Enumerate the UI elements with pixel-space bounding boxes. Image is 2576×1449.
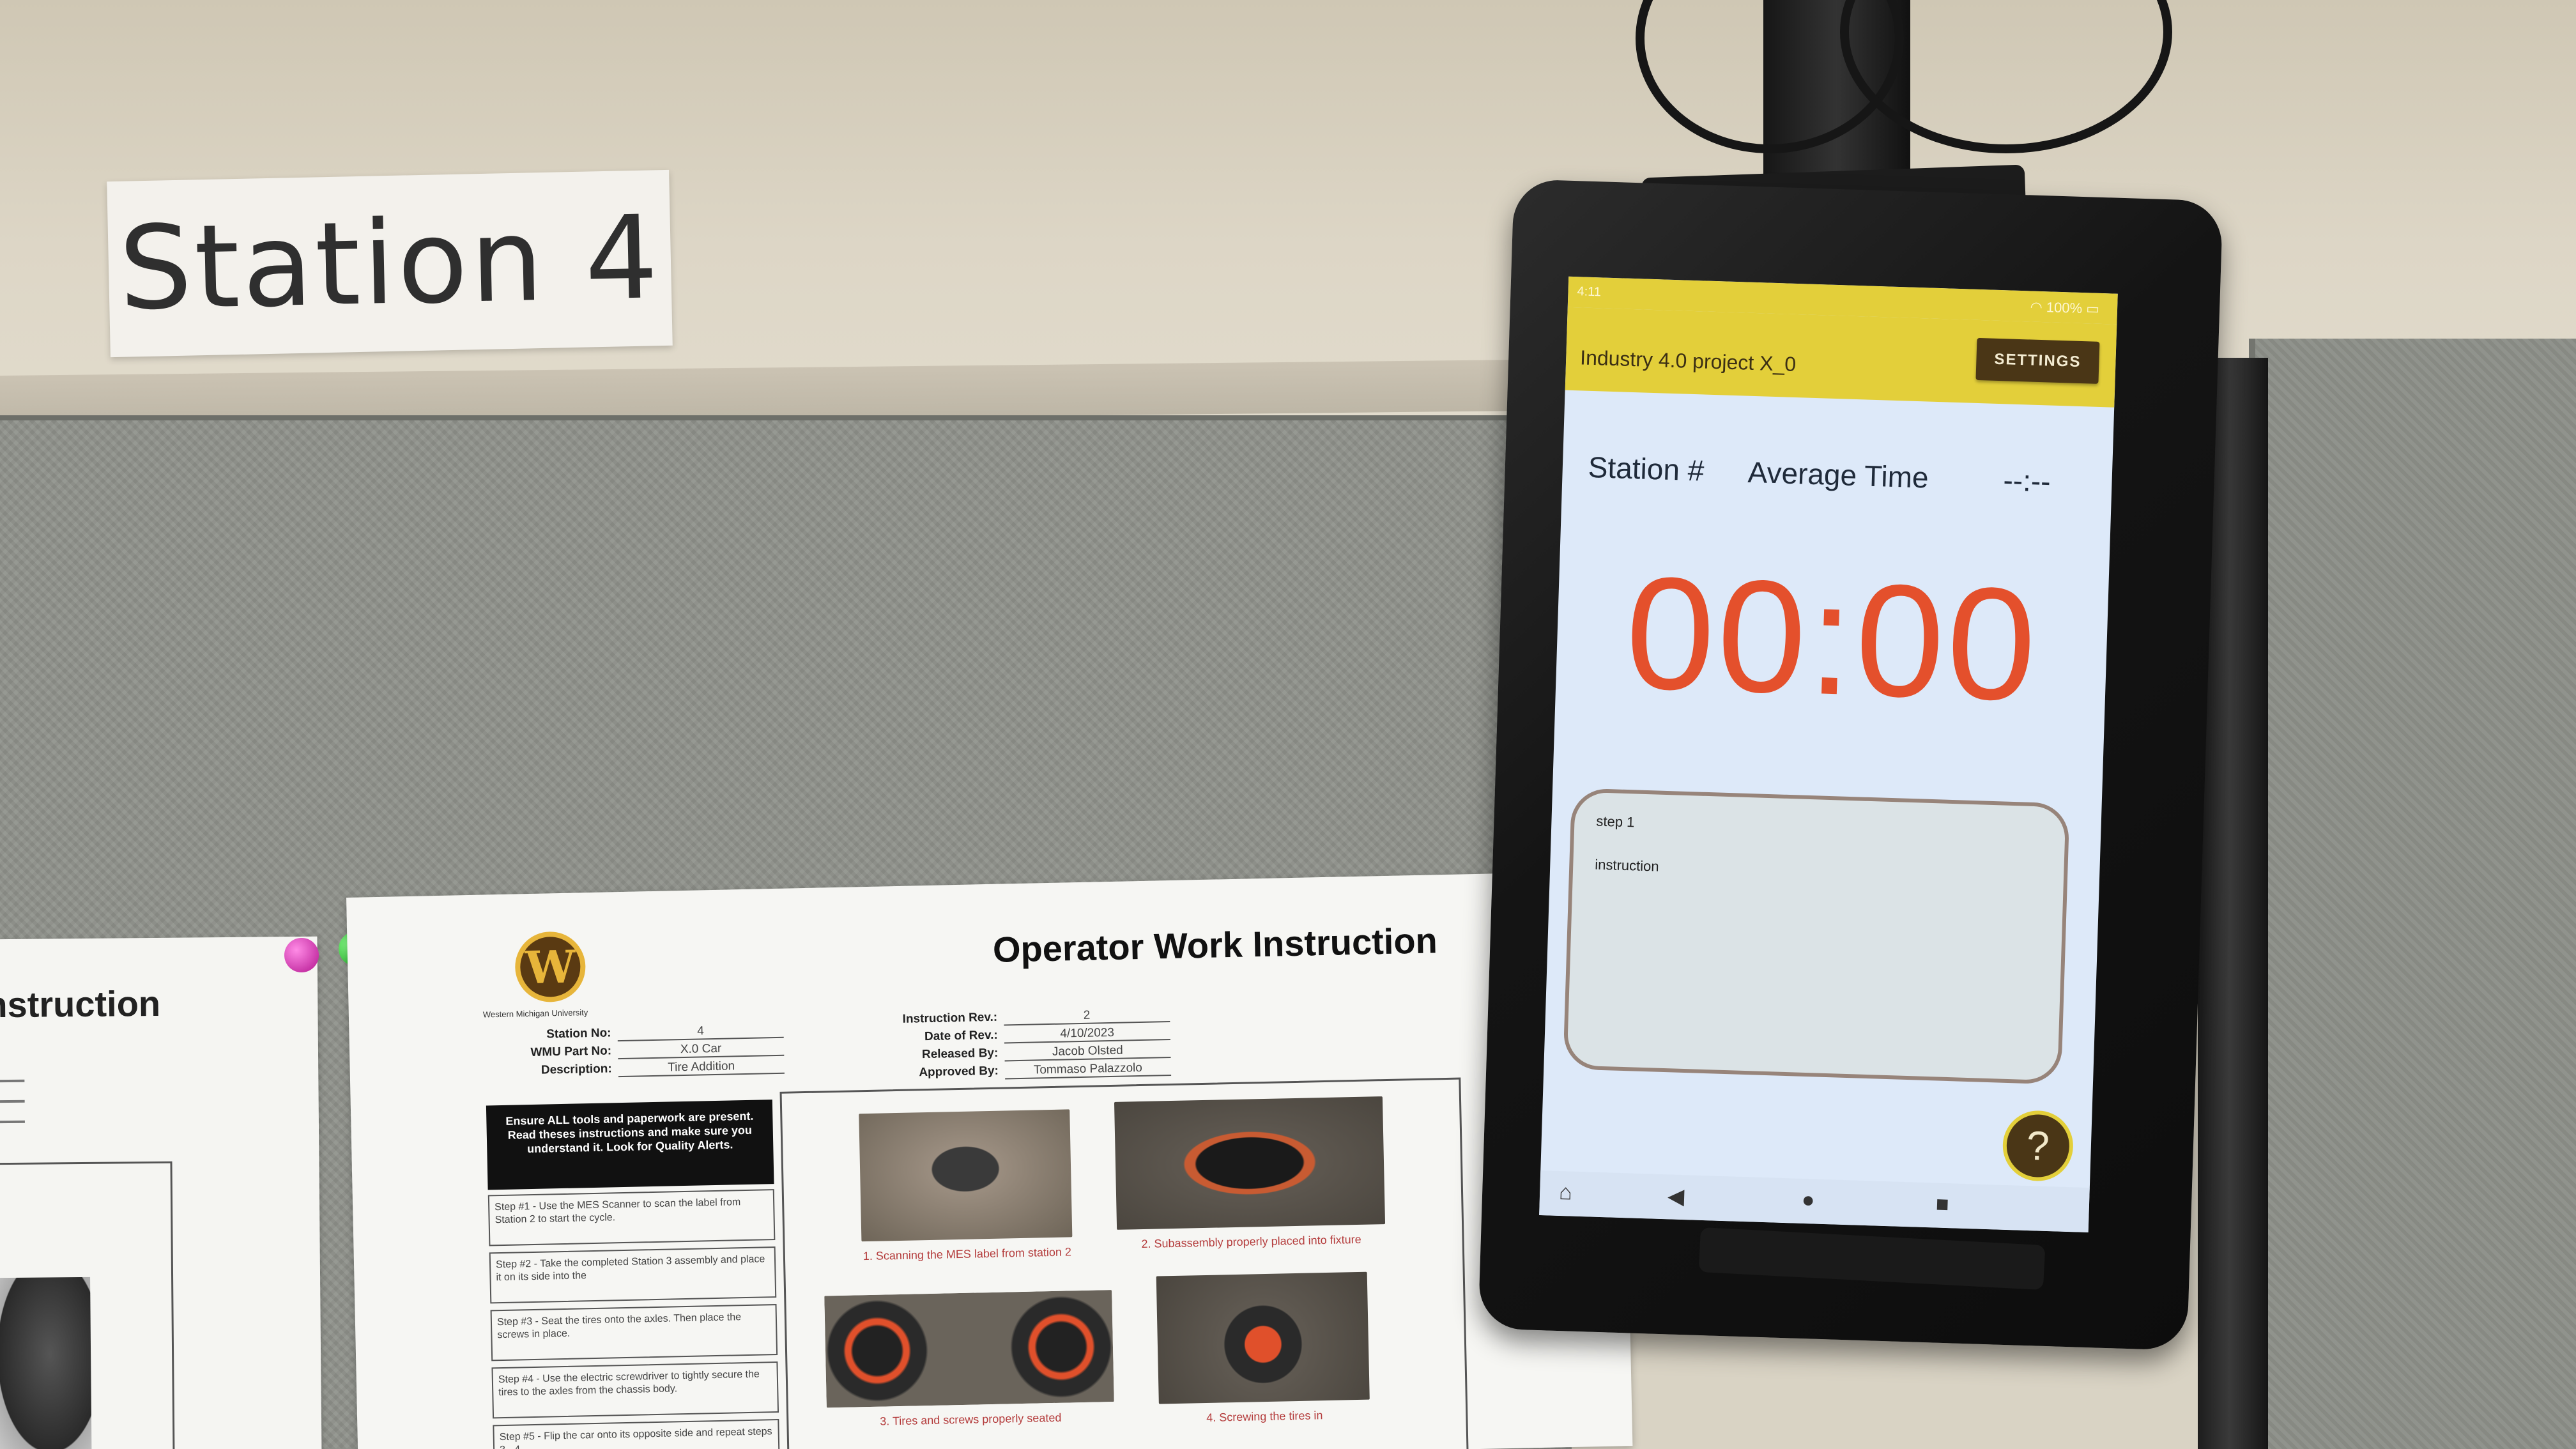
poster-title: Operator Work Instruction (992, 920, 1438, 970)
back-icon[interactable]: ◀ (1667, 1183, 1685, 1209)
step-box: Step #1 - Use the MES Scanner to scan th… (487, 1189, 776, 1246)
meta-key: Station No: (546, 1026, 611, 1041)
meta-value: X.0 Car (617, 1040, 785, 1060)
figure-caption: 3. Tires and screws properly seated (880, 1411, 1062, 1428)
meta-value: Jacob Olsted (1004, 1043, 1171, 1062)
step-box: Step #5 - Flip the car onto its opposite… (493, 1418, 780, 1449)
android-nav-bar: ⌂ ◀ ● ■ (1539, 1170, 2090, 1233)
recents-icon[interactable]: ■ (1935, 1192, 1949, 1218)
settings-button[interactable]: SETTINGS (1975, 337, 2100, 384)
home-icon[interactable]: ⌂ (1559, 1180, 1573, 1206)
step-box: Step #4 - Use the electric screwdriver t… (491, 1361, 779, 1419)
poster-left-lines (0, 1079, 25, 1142)
help-icon: ? (2025, 1122, 2050, 1170)
magenta-pin (284, 938, 319, 972)
meta-right: Instruction Rev.: 2 Date of Rev.: 4/10/202… (863, 1007, 1172, 1085)
meta-key: Description: (540, 1062, 612, 1077)
figure-caption: 2. Subassembly properly placed into fixt… (1141, 1232, 1361, 1251)
meta-value: Tire Addition (618, 1058, 785, 1078)
meta-value: Tommaso Palazzolo (1004, 1061, 1172, 1080)
figures-frame: 1. Scanning the MES label from station 2… (779, 1077, 1469, 1449)
steps-column: Step #1 - Use the MES Scanner to scan th… (487, 1189, 780, 1449)
figure-1: 1. Scanning the MES label from station 2 (859, 1109, 1073, 1263)
figure-caption: 1. Scanning the MES label from station 2 (862, 1245, 1072, 1263)
figure-3: 3. Tires and screws properly seated (824, 1290, 1114, 1429)
step-box: Step #2 - Take the completed Station 3 a… (489, 1246, 777, 1304)
tablet-screen: 4:11 ◠ 100% ▭ Industry 4.0 project X_0 S… (1539, 276, 2118, 1233)
meta-left: Station No: 4 WMU Part No: X.0 Car Descrip… (477, 1022, 785, 1083)
meta-value: 2 (1003, 1007, 1170, 1026)
scanner-photo (0, 1276, 92, 1449)
warning-box: Ensure ALL tools and paperwork are prese… (486, 1100, 774, 1190)
figure-caption: 4. Screwing the tires in (1206, 1409, 1323, 1424)
meta-key: Date of Rev.: (924, 1028, 998, 1044)
meta-value: 4/10/2023 (1004, 1025, 1170, 1044)
home-circle-icon[interactable]: ● (1801, 1188, 1815, 1213)
meta-key: Approved By: (919, 1064, 999, 1080)
average-time-value: --:-- (2002, 463, 2051, 498)
meta-value: 4 (617, 1022, 784, 1042)
university-name: Western Michigan University (482, 1008, 588, 1020)
battery-level: 100% (2046, 299, 2083, 317)
meta-key: WMU Part No: (530, 1044, 612, 1060)
wmu-logo: W (514, 931, 586, 1003)
cubicle-partition-right (2249, 339, 2576, 1449)
figure-photo (824, 1290, 1114, 1408)
app-bar: Industry 4.0 project X_0 SETTINGS (1565, 307, 2117, 408)
step-body: instruction (1594, 856, 1659, 875)
figure-photo (1156, 1271, 1370, 1404)
app-title: Industry 4.0 project X_0 (1579, 346, 1797, 376)
help-button[interactable]: ? (2002, 1109, 2074, 1183)
figure-photo (859, 1109, 1073, 1242)
poster-left-title: nstruction (0, 983, 161, 1025)
meta-key: Instruction Rev.: (902, 1010, 998, 1026)
average-time-label: Average Time (1747, 455, 1929, 494)
work-instruction-poster: W Western Michigan University Operator W… (346, 871, 1633, 1449)
poster-left: nstruction (0, 936, 322, 1449)
meta-key: Released By: (921, 1046, 999, 1062)
step-title: step 1 (1596, 813, 1635, 831)
figure-4: 4. Screwing the tires in (1156, 1271, 1370, 1426)
battery-icon: ▭ (2085, 300, 2100, 317)
step-box: Step #3 - Seat the tires onto the axles.… (490, 1304, 778, 1361)
status-time: 4:11 (1577, 284, 1602, 300)
tablet: 4:11 ◠ 100% ▭ Industry 4.0 project X_0 S… (1478, 179, 2223, 1351)
instruction-card: step 1 instruction (1563, 788, 2070, 1085)
station-number-label: Station # (1588, 450, 1705, 487)
figure-photo (1114, 1096, 1386, 1230)
cycle-timer: 00:00 (1623, 542, 2041, 735)
wifi-icon: ◠ (2030, 298, 2043, 316)
figure-2: 2. Subassembly properly placed into fixt… (1114, 1096, 1386, 1252)
stats-row: Station # Average Time --:-- (1588, 450, 2087, 498)
station-sign: Station 4 (107, 169, 673, 358)
status-right: ◠ 100% ▭ (2030, 298, 2099, 317)
